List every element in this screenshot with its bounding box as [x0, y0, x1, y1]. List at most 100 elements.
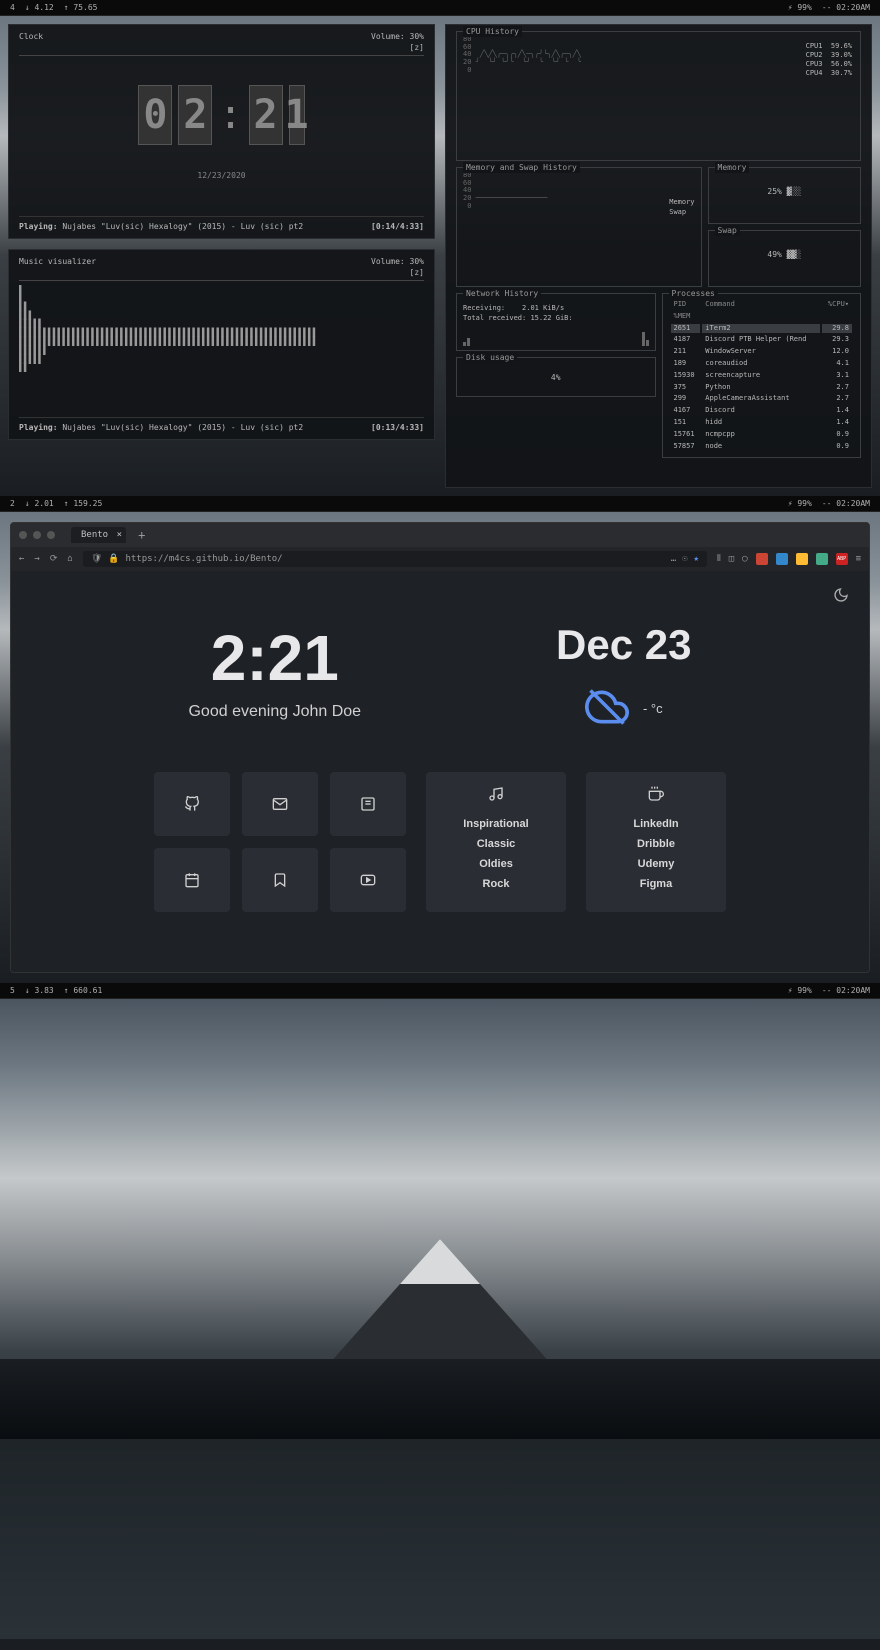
- clock-colon: :: [218, 87, 242, 143]
- workspace-indicator[interactable]: 2: [10, 499, 15, 508]
- process-row[interactable]: 15930screencapture3.1: [671, 371, 853, 381]
- process-row[interactable]: 189coreaudiod4.1: [671, 359, 853, 369]
- link-item[interactable]: Udemy: [596, 854, 716, 874]
- col-mem[interactable]: %MEM: [671, 312, 701, 322]
- memory-value: 25%: [767, 187, 781, 196]
- music-icon: [436, 786, 556, 804]
- workspace-indicator[interactable]: 5: [10, 986, 15, 995]
- work-links-card: LinkedIn Dribble Udemy Figma: [586, 772, 726, 912]
- cpu-history-chart: CPU History 806040 ╱╲╱╲╭─╮╭╮╱╲─╮╭╯╰╮╱╲╭─…: [456, 31, 861, 161]
- link-item[interactable]: Figma: [596, 874, 716, 894]
- now-playing-track: Nujabes "Luv(sic) Hexalogy" (2015) - Luv…: [62, 222, 303, 231]
- swap-value: 49%: [767, 250, 781, 259]
- lock-icon: 🔒: [108, 554, 119, 564]
- library-icon[interactable]: ⫴: [717, 554, 721, 564]
- visualizer-panel: Music visualizer Volume: 30% [z] ▌ ▌ ▌▌ …: [8, 249, 435, 441]
- net-down: ↓ 4.12: [25, 3, 54, 12]
- reader-mode-icon[interactable]: ☉: [682, 554, 687, 564]
- bookmark-tile[interactable]: [242, 848, 318, 912]
- process-row[interactable]: 151hidd1.4: [671, 418, 853, 428]
- extension-icon[interactable]: [776, 553, 788, 565]
- chart-title: Network History: [463, 288, 541, 299]
- disk-value: 4%: [463, 362, 649, 383]
- browser-window: Bento × + ← → ⟳ ⌂ 🛡 🔒 https://m4cs.githu…: [10, 522, 870, 973]
- news-tile[interactable]: [330, 772, 406, 836]
- link-item[interactable]: LinkedIn: [596, 814, 716, 834]
- col-pid[interactable]: PID: [671, 300, 701, 310]
- process-row[interactable]: 15761ncmpcpp0.9: [671, 430, 853, 440]
- workspace-indicator[interactable]: 4: [10, 3, 15, 12]
- volume-hotkey: [z]: [410, 268, 424, 277]
- process-row[interactable]: 4187Discord PTB Helper (Rend29.3: [671, 335, 853, 345]
- account-icon[interactable]: ◯: [742, 554, 747, 564]
- mail-tile[interactable]: [242, 772, 318, 836]
- back-icon[interactable]: ←: [19, 554, 24, 564]
- extension-adblock-icon[interactable]: ABP: [836, 553, 848, 565]
- url-more-icon[interactable]: …: [671, 554, 676, 564]
- link-item[interactable]: Rock: [436, 874, 556, 894]
- net-total: 15.22 GiB:: [530, 314, 572, 322]
- browser-tab[interactable]: Bento ×: [71, 527, 126, 543]
- sidebar-icon[interactable]: ◫: [729, 554, 734, 564]
- visualizer-bars: ▌ ▌ ▌▌ ▌▌▌ ▌▌▌▌▌ ▌▌▌▌▌▌▌▌▌▌▌▌▌▌▌▌▌▌▌▌▌▌▌…: [19, 285, 424, 373]
- playing-time: [0:14/4:33]: [371, 221, 424, 232]
- bento-time: 2:21: [188, 621, 361, 695]
- playing-time: [0:13/4:33]: [371, 422, 424, 433]
- process-row[interactable]: 211WindowServer12.0: [671, 347, 853, 357]
- status-bar-1: 4 ↓ 4.12 ↑ 75.65 ⚡ 99% -- 02:20AM: [0, 0, 880, 16]
- col-command[interactable]: Command: [702, 300, 820, 310]
- new-tab-button[interactable]: +: [138, 528, 145, 542]
- music-links-card: Inspirational Classic Oldies Rock: [426, 772, 566, 912]
- process-row[interactable]: 299AppleCameraAssistant2.7: [671, 394, 853, 404]
- col-cpu[interactable]: %CPU▾: [822, 300, 852, 310]
- process-row[interactable]: 57857node0.9: [671, 442, 853, 452]
- extension-icon[interactable]: [796, 553, 808, 565]
- system-monitor-panel: CPU History 806040 ╱╲╱╲╭─╮╭╮╱╲─╮╭╯╰╮╱╲╭─…: [445, 24, 872, 488]
- url-text: https://m4cs.github.io/Bento/: [125, 554, 282, 564]
- youtube-tile[interactable]: [330, 848, 406, 912]
- net-up: ↑ 660.61: [64, 986, 103, 995]
- link-item[interactable]: Classic: [436, 834, 556, 854]
- process-row[interactable]: 375Python2.7: [671, 383, 853, 393]
- status-bar-3: 5 ↓ 3.83 ↑ 660.61 ⚡ 99% -- 02:20AM: [0, 983, 880, 999]
- process-row[interactable]: 2651iTerm229.8: [671, 324, 853, 334]
- coffee-icon: [596, 786, 716, 804]
- window-minimize-icon[interactable]: [33, 531, 41, 539]
- link-item[interactable]: Dribble: [596, 834, 716, 854]
- chart-title: Disk usage: [463, 352, 517, 363]
- calendar-tile[interactable]: [154, 848, 230, 912]
- link-item[interactable]: Inspirational: [436, 814, 556, 834]
- chart-title: CPU History: [463, 26, 522, 37]
- reload-icon[interactable]: ⟳: [50, 554, 58, 564]
- window-close-icon[interactable]: [19, 531, 27, 539]
- browser-toolbar: ← → ⟳ ⌂ 🛡 🔒 https://m4cs.github.io/Bento…: [11, 547, 869, 571]
- extension-icon[interactable]: [816, 553, 828, 565]
- quick-links-grid: [154, 772, 406, 912]
- memory-gauge: Memory 25% ▓░░: [708, 167, 861, 224]
- chart-title: Swap: [715, 225, 740, 236]
- processes-table: Processes PID Command %CPU▾ %MEM 2651iTe…: [662, 293, 862, 458]
- volume-label: Volume: 30%: [371, 257, 424, 266]
- workspace-2: Bento × + ← → ⟳ ⌂ 🛡 🔒 https://m4cs.githu…: [0, 512, 880, 983]
- tab-close-icon[interactable]: ×: [117, 530, 122, 540]
- process-row[interactable]: 4167Discord1.4: [671, 406, 853, 416]
- theme-toggle-icon[interactable]: [833, 587, 849, 606]
- clock-panel: Clock Volume: 30% [z] 0 2 : 2 1 12/23/20…: [8, 24, 435, 239]
- clock-digit: 0: [138, 85, 172, 145]
- net-up: ↑ 75.65: [64, 3, 98, 12]
- mem-swap-history-chart: Memory and Swap History 80604020 ───────…: [456, 167, 702, 287]
- bookmark-star-icon[interactable]: ★: [694, 554, 699, 564]
- tab-title: Bento: [81, 530, 108, 540]
- url-bar[interactable]: 🛡 🔒 https://m4cs.github.io/Bento/ … ☉ ★: [83, 551, 707, 567]
- forward-icon[interactable]: →: [34, 554, 39, 564]
- home-icon[interactable]: ⌂: [67, 554, 72, 564]
- net-up: ↑ 159.25: [64, 499, 103, 508]
- shield-icon[interactable]: 🛡: [91, 554, 102, 564]
- battery-status: ⚡ 99%: [788, 499, 812, 508]
- github-tile[interactable]: [154, 772, 230, 836]
- menu-icon[interactable]: ≡: [856, 554, 861, 564]
- window-maximize-icon[interactable]: [47, 531, 55, 539]
- link-item[interactable]: Oldies: [436, 854, 556, 874]
- extension-icon[interactable]: [756, 553, 768, 565]
- legend-item: Swap: [669, 208, 694, 218]
